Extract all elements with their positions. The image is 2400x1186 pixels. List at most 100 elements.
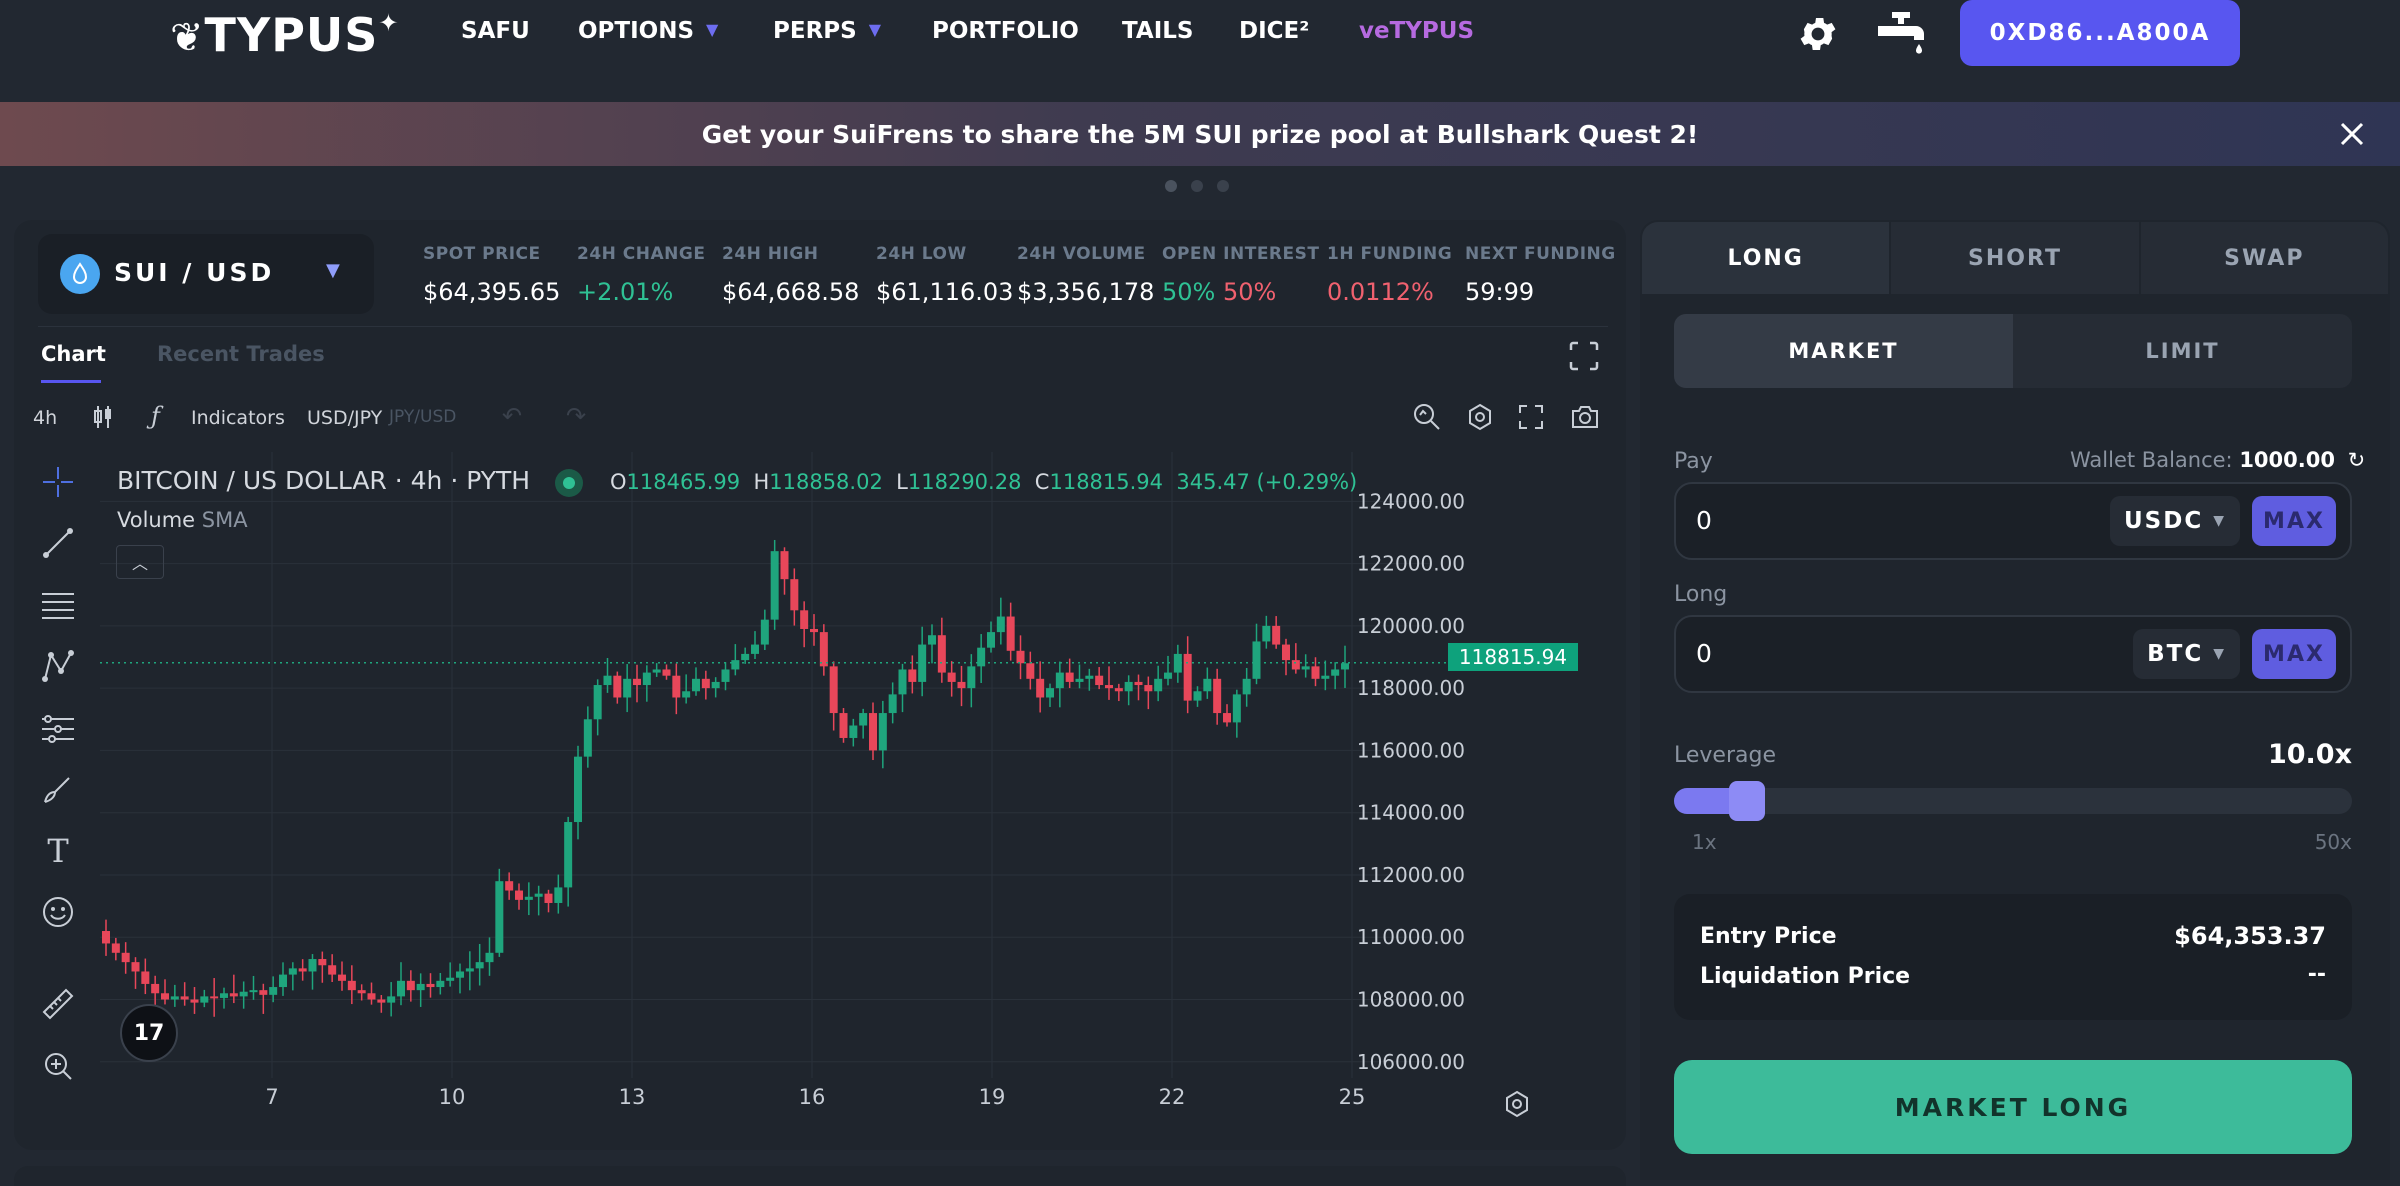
tab-swap[interactable]: SWAP (2140, 222, 2388, 294)
price-chart[interactable]: 124000.00 122000.00 120000.00 118000.00 1160… (100, 452, 1470, 1108)
pay-max-button[interactable]: MAX (2252, 496, 2336, 546)
close-icon[interactable] (2338, 120, 2366, 148)
leverage-slider[interactable] (1674, 781, 2352, 821)
nav-vetypus[interactable]: veTYPUS (1359, 18, 1474, 44)
candle (308, 959, 317, 972)
logo-text: TYPUS (204, 8, 379, 62)
chart-settings-icon[interactable] (1503, 1090, 1531, 1118)
nav-vetypus-label: veTYPUS (1359, 18, 1475, 44)
nav-tails[interactable]: TAILS (1122, 18, 1193, 44)
tab-short[interactable]: SHORT (1889, 222, 2141, 294)
compare-symbol[interactable]: USD/JPY (307, 407, 382, 429)
collapse-legend-button[interactable]: ︿ (116, 545, 164, 579)
market-long-button[interactable]: MARKET LONG (1674, 1060, 2352, 1154)
candle (505, 881, 514, 891)
candle (898, 669, 907, 695)
nav-portfolio[interactable]: PORTFOLIO (932, 18, 1079, 44)
text-tool-icon[interactable]: T (38, 831, 78, 871)
candle (377, 999, 386, 1003)
candle (790, 579, 799, 611)
typus-logo[interactable]: ❦TYPUS✦ (170, 8, 400, 62)
undo-icon[interactable]: ↶ (502, 402, 522, 430)
nav-options[interactable]: OPTIONS ▼ (578, 18, 718, 44)
pay-token-select[interactable]: USDC ▼ (2110, 496, 2240, 546)
emoji-icon[interactable] (38, 892, 78, 932)
candle (524, 896, 533, 900)
candle (298, 968, 307, 972)
expand-icon[interactable] (1518, 404, 1544, 430)
banner-text: Get your SuiFrens to share the 5M SUI pr… (701, 119, 1699, 149)
pay-input[interactable]: 0 USDC ▼ MAX (1674, 482, 2352, 560)
carousel-dot[interactable] (1191, 180, 1203, 192)
ohlc-h-label: H (753, 470, 770, 494)
forecast-icon[interactable] (38, 708, 78, 748)
stat-label: NEXT FUNDING (1465, 244, 1616, 264)
candle (475, 962, 484, 969)
ruler-icon[interactable] (38, 984, 78, 1024)
trendline-icon[interactable] (38, 523, 78, 563)
chevron-down-icon: ▼ (706, 20, 719, 39)
compare-symbol-alt[interactable]: JPY/USD (389, 407, 456, 427)
candle (819, 632, 828, 667)
refresh-icon[interactable]: ↻ (2348, 448, 2366, 472)
indicators-button[interactable]: Indicators (191, 407, 285, 429)
candles-icon[interactable] (92, 404, 114, 430)
high-24h: $64,668.58 (722, 278, 860, 306)
chevron-down-icon: ▼ (2213, 513, 2226, 529)
tab-limit-label: LIMIT (2145, 339, 2220, 363)
entry-price-value: $64,353.37 (2174, 922, 2326, 950)
carousel-dot[interactable] (1165, 180, 1177, 192)
tab-chart[interactable]: Chart (41, 342, 106, 366)
tab-limit[interactable]: LIMIT (2013, 314, 2352, 388)
pair-selector[interactable]: SUI / USD ▼ (38, 234, 374, 314)
long-token-select[interactable]: BTC ▼ (2133, 629, 2240, 679)
nav-portfolio-label: PORTFOLIO (932, 18, 1079, 44)
faucet-icon[interactable] (1874, 10, 1928, 60)
tab-long[interactable]: LONG (1642, 222, 1890, 294)
candle (869, 713, 877, 751)
long-max-button[interactable]: MAX (2252, 629, 2336, 679)
y-axis: 124000.00 122000.00 120000.00 118000.00 1160… (1357, 489, 1465, 1073)
crosshair-icon[interactable] (38, 462, 78, 502)
tradingview-logo-icon[interactable]: 17 (120, 1004, 178, 1062)
nav-perps[interactable]: PERPS ▼ (773, 18, 881, 44)
candle (1282, 644, 1290, 661)
tab-market[interactable]: MARKET (1674, 314, 2013, 388)
fullscreen-icon[interactable] (1568, 340, 1600, 372)
candle (662, 669, 671, 676)
candle (357, 990, 366, 994)
candle (406, 980, 415, 991)
brush-icon[interactable] (38, 769, 78, 809)
leverage-slider-handle[interactable] (1729, 781, 1765, 821)
redo-icon[interactable]: ↷ (566, 402, 586, 430)
wallet-balance-value: 1000.00 (2239, 448, 2335, 472)
long-input-value[interactable]: 0 (1696, 639, 1712, 668)
candle (1341, 663, 1349, 670)
carousel-dot[interactable] (1217, 180, 1229, 192)
gear-icon[interactable] (1796, 12, 1840, 56)
nav-dice[interactable]: DICE² (1239, 18, 1309, 44)
zoom-in-icon[interactable] (38, 1046, 78, 1086)
change-24h: +2.01% (577, 278, 674, 306)
pattern-icon[interactable] (38, 646, 78, 686)
tab-recent-trades[interactable]: Recent Trades (157, 342, 325, 366)
candle (1232, 694, 1241, 723)
fib-lines-icon[interactable] (38, 585, 78, 625)
nav-safu[interactable]: SAFU (461, 18, 530, 44)
wallet-button[interactable]: 0XD86...A800A (1960, 0, 2240, 66)
candle (800, 610, 809, 629)
indicators-icon[interactable]: ƒ (151, 402, 173, 430)
y-tick-label: 108000.00 (1357, 988, 1465, 1012)
interval-button[interactable]: 4h (33, 407, 57, 429)
candle (180, 996, 189, 1000)
x-tick-label: 22 (1159, 1085, 1186, 1108)
candle (564, 822, 573, 888)
candle (633, 678, 641, 686)
settings-hex-icon[interactable] (1466, 403, 1494, 431)
ohlc-c-label: C (1034, 470, 1050, 494)
camera-icon[interactable] (1570, 403, 1600, 431)
zoom-search-icon[interactable] (1412, 402, 1442, 432)
long-input[interactable]: 0 BTC ▼ MAX (1674, 615, 2352, 693)
nav-options-label: OPTIONS (578, 18, 695, 44)
pay-input-value[interactable]: 0 (1696, 506, 1712, 535)
